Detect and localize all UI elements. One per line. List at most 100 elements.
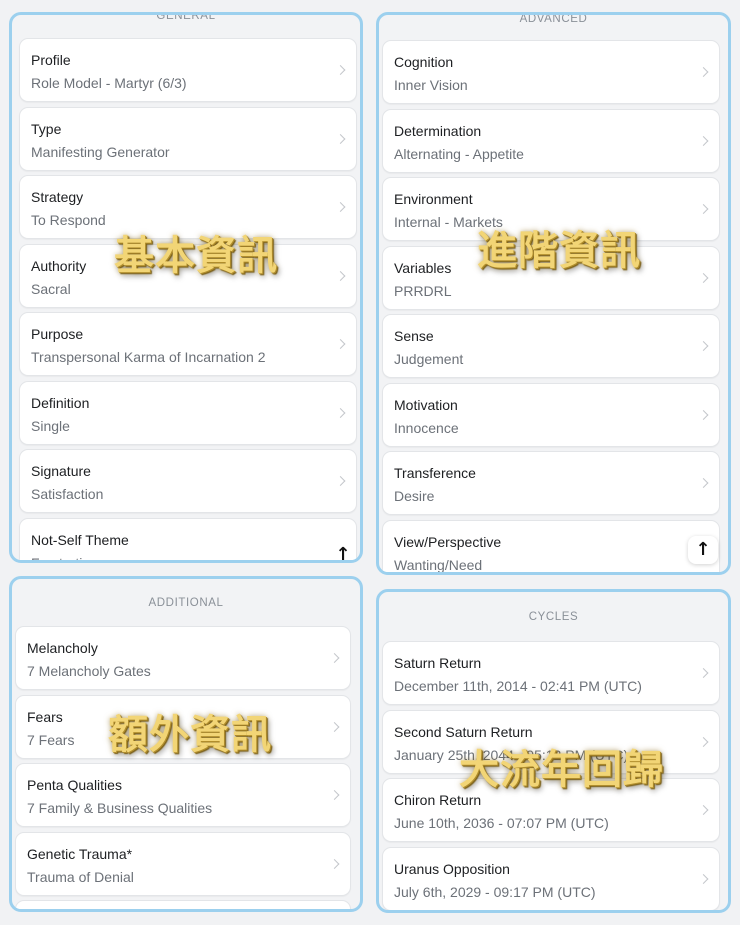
card-value: PRRDRL xyxy=(394,283,452,299)
chevron-right-icon xyxy=(335,339,346,349)
card-value: December 11th, 2014 - 02:41 PM (UTC) xyxy=(394,678,642,694)
variables-card[interactable]: Variables PRRDRL xyxy=(382,246,720,310)
signature-card[interactable]: Signature Satisfaction xyxy=(19,449,357,513)
chevron-right-icon xyxy=(329,722,340,732)
chevron-right-icon xyxy=(698,67,709,77)
advanced-panel: ADVANCED Cognition Inner Vision Determin… xyxy=(376,12,731,575)
card-title: Saturn Return xyxy=(394,655,482,671)
chevron-right-icon xyxy=(698,874,709,884)
card-value: January 25th, 2044 - 05:12 PM (UTC) xyxy=(394,747,629,763)
chevron-right-icon xyxy=(329,653,340,663)
card-title: Transference xyxy=(394,465,476,481)
environment-card[interactable]: Environment Internal - Markets xyxy=(382,177,720,241)
chevron-right-icon xyxy=(335,134,346,144)
card-title: Type xyxy=(31,121,62,137)
card-value: Role Model - Martyr (6/3) xyxy=(31,75,187,91)
chevron-right-icon xyxy=(698,273,709,283)
card-value: Internal - Markets xyxy=(394,214,503,230)
card-value: 7 Melancholy Gates xyxy=(27,663,151,679)
card-title: Purpose xyxy=(31,326,84,342)
card-title: Profile xyxy=(31,52,71,68)
card-value: Sacral xyxy=(31,281,71,297)
card-title: Fears xyxy=(27,709,63,725)
chevron-right-icon xyxy=(329,790,340,800)
determination-card[interactable]: Determination Alternating - Appetite xyxy=(382,109,720,173)
card-title: Determination xyxy=(394,123,482,139)
cognition-card[interactable]: Cognition Inner Vision xyxy=(382,40,720,104)
chiron-return-card[interactable]: Chiron Return June 10th, 2036 - 07:07 PM… xyxy=(382,778,720,842)
definition-card[interactable]: Definition Single xyxy=(19,381,357,445)
card-value: 7 Family & Business Qualities xyxy=(27,800,213,816)
second-saturn-return-card[interactable]: Second Saturn Return January 25th, 2044 … xyxy=(382,710,720,774)
card-value: Single xyxy=(31,418,70,434)
sense-card[interactable]: Sense Judgement xyxy=(382,314,720,378)
card-title: Authority xyxy=(31,258,87,274)
chevron-right-icon xyxy=(329,859,340,869)
card-title: View/Perspective xyxy=(394,534,502,550)
chevron-right-icon xyxy=(335,408,346,418)
card-title: Penta Qualities xyxy=(27,777,122,793)
card-value: Inner Vision xyxy=(394,77,468,93)
card-title: Definition xyxy=(31,395,90,411)
card-value: June 10th, 2036 - 07:07 PM (UTC) xyxy=(394,815,609,831)
card-value: 7 Fears xyxy=(27,732,75,748)
authority-card[interactable]: Authority Sacral xyxy=(19,244,357,308)
not-self-theme-card[interactable]: Not-Self Theme Frustration xyxy=(19,518,357,560)
card-title: Not-Self Theme xyxy=(31,532,129,548)
melancholy-card[interactable]: Melancholy 7 Melancholy Gates xyxy=(15,626,351,690)
penta-qualities-card[interactable]: Penta Qualities 7 Family & Business Qual… xyxy=(15,763,351,827)
card-title: Second Saturn Return xyxy=(394,724,533,740)
view-perspective-card[interactable]: View/Perspective Wanting/Need xyxy=(382,520,720,573)
chevron-right-icon xyxy=(335,271,346,281)
motivation-card[interactable]: Motivation Innocence xyxy=(382,383,720,447)
list-item[interactable] xyxy=(15,900,351,909)
card-title: Variables xyxy=(394,260,452,276)
fears-card[interactable]: Fears 7 Fears xyxy=(15,695,351,759)
general-panel: GENERAL Profile Role Model - Martyr (6/3… xyxy=(9,12,363,563)
card-title: Strategy xyxy=(31,189,84,205)
general-header: GENERAL xyxy=(156,12,216,22)
cycles-header: CYCLES xyxy=(528,611,579,623)
card-value: Satisfaction xyxy=(31,486,104,502)
chevron-right-icon xyxy=(335,476,346,486)
additional-panel: ADDITIONAL Melancholy 7 Melancholy Gates… xyxy=(9,576,363,912)
card-value: Wanting/Need xyxy=(394,557,483,573)
card-value: Transpersonal Karma of Incarnation 2 xyxy=(31,349,266,365)
type-card[interactable]: Type Manifesting Generator xyxy=(19,107,357,171)
saturn-return-card[interactable]: Saturn Return December 11th, 2014 - 02:4… xyxy=(382,641,720,705)
card-title: Genetic Trauma* xyxy=(27,846,133,862)
card-title: Chiron Return xyxy=(394,792,482,808)
arrow-up-icon[interactable]: ↑ xyxy=(330,542,356,560)
card-title: Melancholy xyxy=(27,640,98,656)
chevron-right-icon xyxy=(698,410,709,420)
additional-header: ADDITIONAL xyxy=(148,597,224,609)
chevron-right-icon xyxy=(698,668,709,678)
card-title: Signature xyxy=(31,463,91,479)
card-title: Cognition xyxy=(394,54,454,70)
strategy-card[interactable]: Strategy To Respond xyxy=(19,175,357,239)
chevron-right-icon xyxy=(698,805,709,815)
card-title: Sense xyxy=(394,328,434,344)
advanced-header: ADVANCED xyxy=(519,13,588,25)
card-value: Judgement xyxy=(394,351,464,367)
chevron-right-icon xyxy=(335,202,346,212)
transference-card[interactable]: Transference Desire xyxy=(382,451,720,515)
card-title: Uranus Opposition xyxy=(394,861,510,877)
chevron-right-icon xyxy=(698,341,709,351)
cycles-panel: CYCLES Saturn Return December 11th, 2014… xyxy=(376,589,731,913)
profile-card[interactable]: Profile Role Model - Martyr (6/3) xyxy=(19,38,357,102)
card-title: Motivation xyxy=(394,397,458,413)
purpose-card[interactable]: Purpose Transpersonal Karma of Incarnati… xyxy=(19,312,357,376)
arrow-up-icon[interactable]: ↑ xyxy=(688,536,718,564)
chevron-right-icon xyxy=(698,478,709,488)
card-value: Trauma of Denial xyxy=(27,869,134,885)
card-value: Desire xyxy=(394,488,435,504)
card-value: Alternating - Appetite xyxy=(394,146,524,162)
card-title: Environment xyxy=(394,191,473,207)
card-value: Manifesting Generator xyxy=(31,144,170,160)
uranus-opposition-card[interactable]: Uranus Opposition July 6th, 2029 - 09:17… xyxy=(382,847,720,910)
card-value: To Respond xyxy=(31,212,106,228)
chevron-right-icon xyxy=(335,65,346,75)
chevron-right-icon xyxy=(698,136,709,146)
genetic-trauma-card[interactable]: Genetic Trauma* Trauma of Denial xyxy=(15,832,351,896)
